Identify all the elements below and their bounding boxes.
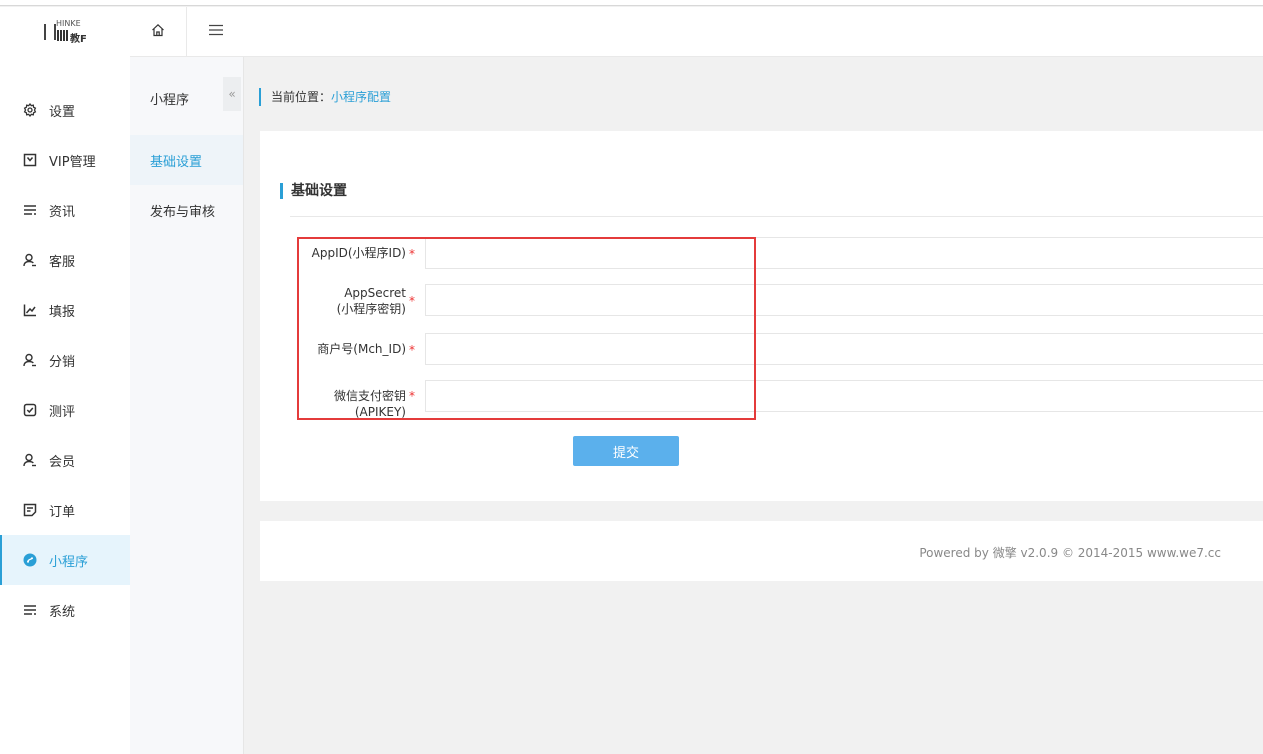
check-icon (23, 403, 37, 417)
field-label: AppID(小程序ID) (260, 245, 406, 261)
nav-label: 系统 (49, 604, 76, 620)
appid-input[interactable] (425, 237, 1263, 269)
user-icon (23, 353, 37, 367)
document-icon (23, 503, 37, 517)
vip-icon (23, 153, 37, 167)
nav-label: 分销 (49, 354, 76, 370)
required-marker: * (409, 247, 415, 261)
logo-mark-bars (57, 30, 69, 41)
list-icon (23, 203, 37, 217)
breadcrumb-prefix: 当前位置： (271, 90, 332, 104)
hamburger-icon (208, 23, 224, 41)
submenu-item-label: 基础设置 (150, 154, 203, 170)
sub-sidebar: 小程序 « 基础设置 发布与审核 (130, 57, 244, 754)
appsecret-input[interactable] (425, 284, 1263, 316)
submit-button[interactable]: 提交 (573, 436, 679, 466)
nav-label: 客服 (49, 254, 76, 270)
miniprogram-icon (23, 553, 37, 567)
nav-item-service[interactable]: 客服 (0, 235, 130, 285)
double-chevron-left-icon: « (228, 87, 236, 101)
list-icon (23, 603, 37, 617)
panel-title: 基础设置 (280, 183, 347, 199)
field-label-subtext: (APIKEY) (354, 405, 406, 419)
nav-item-miniprogram[interactable]: 小程序 (0, 535, 130, 585)
nav-item-orders[interactable]: 订单 (0, 485, 130, 535)
submenu-title: 小程序 (150, 93, 190, 108)
nav-item-system[interactable]: 系统 (0, 585, 130, 635)
nav-label: 资讯 (49, 204, 76, 220)
nav-item-vip[interactable]: VIP管理 (0, 135, 130, 185)
collapse-button[interactable]: « (223, 77, 241, 111)
logo[interactable]: HINKE 教F (44, 19, 88, 45)
nav-label: VIP管理 (49, 154, 96, 170)
chart-icon (23, 303, 37, 317)
mch-id-input[interactable] (425, 333, 1263, 365)
nav-item-assessment[interactable]: 测评 (0, 385, 130, 435)
nav-label: 设置 (49, 104, 76, 120)
divider (290, 216, 1263, 217)
field-label-text: AppID(小程序ID) (311, 246, 406, 260)
required-marker: * (409, 389, 415, 403)
logo-text-bottom: 教F (70, 34, 87, 45)
menu-toggle-button[interactable] (187, 7, 244, 57)
api-key-input[interactable] (425, 380, 1263, 412)
field-label-text: 微信支付密钥 (333, 389, 406, 403)
gear-icon (23, 103, 37, 117)
user-icon (23, 253, 37, 267)
field-label: 微信支付密钥 (APIKEY) (260, 388, 406, 420)
logo-text-top: HINKE (56, 19, 81, 28)
field-label: 商户号(Mch_ID) (260, 341, 406, 357)
footer-text: Powered by 微擎 v2.0.9 © 2014-2015 www.we7… (919, 546, 1221, 560)
top-header (130, 7, 1263, 57)
nav-label: 填报 (49, 304, 76, 320)
field-label-text: AppSecret (344, 286, 406, 300)
nav-item-members[interactable]: 会员 (0, 435, 130, 485)
home-button[interactable] (130, 7, 187, 57)
nav-label: 测评 (49, 404, 76, 420)
main-sidebar: HINKE 教F 设置 VIP管理 资讯 客服 填报 分销 测评 会员 订单 小… (0, 7, 130, 754)
required-marker: * (409, 343, 415, 357)
settings-panel: 基础设置 AppID(小程序ID) * AppSecret (小程序密钥) * … (260, 131, 1263, 501)
nav-item-distribution[interactable]: 分销 (0, 335, 130, 385)
breadcrumb-current[interactable]: 小程序配置 (331, 90, 391, 104)
field-label-text: 商户号(Mch_ID) (317, 342, 406, 356)
nav-item-news[interactable]: 资讯 (0, 185, 130, 235)
submenu-item-publish-review[interactable]: 发布与审核 (130, 185, 243, 235)
required-marker: * (409, 294, 415, 308)
nav-label: 订单 (49, 504, 76, 520)
submenu-item-label: 发布与审核 (150, 204, 216, 220)
breadcrumb: 当前位置：小程序配置 (259, 88, 391, 106)
top-border (0, 0, 1263, 6)
submenu-item-basic-settings[interactable]: 基础设置 (130, 135, 243, 185)
nav-item-settings[interactable]: 设置 (0, 85, 130, 135)
footer: Powered by 微擎 v2.0.9 © 2014-2015 www.we7… (260, 521, 1263, 581)
nav-label: 会员 (49, 454, 76, 470)
main-nav: 设置 VIP管理 资讯 客服 填报 分销 测评 会员 订单 小程序 系统 (0, 85, 130, 635)
nav-item-fill-report[interactable]: 填报 (0, 285, 130, 335)
field-label: AppSecret (小程序密钥) (260, 285, 406, 317)
logo-mark (44, 24, 56, 40)
home-icon (151, 23, 165, 41)
nav-label: 小程序 (49, 554, 89, 570)
user-icon (23, 453, 37, 467)
field-label-subtext: (小程序密钥) (336, 302, 406, 316)
